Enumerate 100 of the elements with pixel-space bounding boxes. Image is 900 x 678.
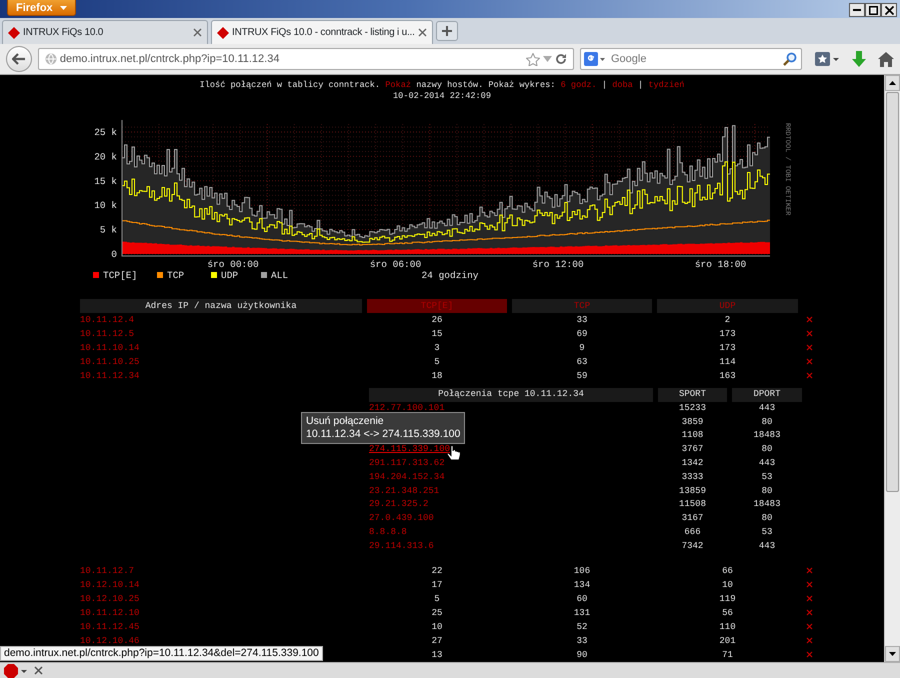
close-icon[interactable]: [34, 666, 43, 675]
scrollbar[interactable]: [884, 75, 900, 662]
range-link[interactable]: doba: [612, 80, 633, 90]
host-link[interactable]: 10.11.12.5: [80, 329, 134, 339]
count-value: 15: [432, 329, 442, 339]
host-link[interactable]: 10.11.12.10: [80, 608, 140, 618]
close-button[interactable]: [881, 3, 897, 17]
port-value: 1342: [682, 458, 704, 468]
browser-tab[interactable]: INTRUX FiQs 10.0 - conntrack - listing i u...: [211, 20, 433, 44]
connection-link[interactable]: 27.0.439.100: [369, 513, 434, 524]
count-value: 60: [576, 594, 588, 604]
host-link[interactable]: 10.11.12.4: [80, 315, 134, 325]
legend-label: TCP[E]: [103, 270, 138, 281]
delete-icon[interactable]: [806, 594, 812, 602]
connection-link[interactable]: 29.21.325.2: [369, 499, 428, 510]
host-link[interactable]: 10.11.10.25: [80, 357, 140, 367]
port-value: 7342: [682, 540, 704, 551]
delete-icon[interactable]: [806, 316, 812, 324]
port-value: 80: [762, 513, 772, 524]
range-link[interactable]: 6 godz.: [560, 80, 597, 90]
legend-label: UDP: [221, 270, 238, 281]
count-value: 22: [432, 566, 442, 576]
timestamp: 10-02-2014 22:42:09: [392, 91, 492, 102]
connection-link[interactable]: 291.117.313.62: [369, 458, 445, 468]
adblock-icon[interactable]: [4, 664, 28, 678]
delete-icon[interactable]: [806, 608, 812, 616]
home-icon[interactable]: [878, 52, 894, 66]
connection-link[interactable]: 212.77.100.101: [369, 402, 445, 413]
count-value: 114: [719, 357, 736, 367]
count-value: 26: [432, 315, 442, 325]
delete-icon[interactable]: [806, 636, 812, 644]
maximize-button[interactable]: [865, 3, 881, 17]
close-icon[interactable]: [193, 28, 202, 37]
count-value: 90: [576, 650, 588, 660]
count-value: 18: [432, 371, 442, 381]
column-header[interactable]: UDP: [657, 299, 798, 313]
minimize-button[interactable]: [849, 3, 865, 17]
back-button[interactable]: [6, 46, 32, 72]
host-link[interactable]: 10.12.10.14: [80, 580, 140, 590]
reload-icon[interactable]: [555, 53, 567, 65]
address-field[interactable]: demo.intrux.net.pl/cntrck.php?ip=10.11.12.34: [38, 48, 574, 70]
star-icon[interactable]: [526, 52, 540, 66]
host-link[interactable]: 10.11.12.7: [80, 566, 134, 576]
legend-label: TCP: [167, 270, 184, 281]
axis-label: 15 k: [94, 176, 117, 187]
graph-caption: 24 godziny: [422, 270, 478, 281]
count-value: 71: [722, 650, 733, 660]
port-value: 3859: [682, 416, 704, 427]
bookmarks-icon[interactable]: [814, 51, 840, 67]
port-value: 80: [762, 486, 772, 496]
new-tab-button[interactable]: [436, 21, 458, 41]
axis-label: śro 06:00: [370, 259, 422, 270]
delete-icon[interactable]: [806, 358, 812, 366]
column-header: DPORT: [732, 388, 802, 402]
connection-link[interactable]: 29.114.313.6: [369, 540, 434, 551]
host-link[interactable]: 10.11.12.34: [80, 371, 140, 381]
delete-icon[interactable]: [806, 650, 812, 658]
connection-link[interactable]: 194.204.152.34: [369, 472, 445, 482]
column-header[interactable]: TCP[E]: [367, 299, 507, 313]
host-link[interactable]: 10.12.10.25: [80, 594, 140, 604]
delete-icon[interactable]: [806, 344, 812, 352]
range-link[interactable]: tydzień: [648, 80, 684, 90]
count-value: 5: [434, 594, 440, 604]
count-value: 25: [432, 608, 442, 618]
delete-icon[interactable]: [806, 330, 812, 338]
host-link[interactable]: 10.12.10.46: [80, 636, 140, 646]
column-header[interactable]: Adres IP / nazwa użytkownika: [80, 299, 362, 313]
scroll-down-icon[interactable]: [889, 652, 896, 656]
header-text: Ilość połączeń w tablicy conntrack. Pokaż nazwy hostów. Pokaż wykres: 6 godz. | doba | tydzień: [198, 80, 686, 91]
axis-label: śro 12:00: [532, 259, 584, 270]
column-header[interactable]: TCP: [512, 299, 652, 313]
search-engine-icon[interactable]: [584, 52, 606, 66]
connection-link[interactable]: 274.115.339.100: [369, 444, 450, 454]
count-value: 131: [574, 608, 590, 618]
connection-link[interactable]: 8.8.8.8: [369, 526, 407, 537]
count-value: 110: [719, 622, 736, 632]
legend-label: ALL: [271, 270, 288, 281]
dropdown-icon[interactable]: [543, 56, 552, 62]
connection-link[interactable]: 23.21.348.251: [369, 486, 440, 496]
download-arrow-icon[interactable]: [852, 51, 866, 67]
axis-label: śro 18:00: [694, 259, 746, 270]
delete-icon[interactable]: [806, 622, 812, 630]
delete-icon[interactable]: [806, 372, 812, 380]
count-value: 59: [576, 371, 588, 381]
axis-label: śro 00:00: [207, 259, 259, 270]
firefox-menu-button[interactable]: Firefox: [7, 0, 76, 16]
diamond-icon: [217, 26, 229, 38]
scroll-up-icon[interactable]: [889, 81, 896, 85]
status-url: demo.intrux.net.pl/cntrck.php?ip=10.11.12.34&del=274.115.339.100: [0, 646, 323, 661]
search-icon[interactable]: [783, 52, 797, 66]
host-link[interactable]: 10.11.10.14: [80, 343, 140, 353]
plus-icon: [442, 26, 452, 36]
close-icon[interactable]: [418, 28, 427, 37]
port-value: 666: [684, 526, 701, 537]
browser-tab[interactable]: INTRUX FiQs 10.0: [2, 20, 208, 44]
host-link[interactable]: 10.11.12.45: [80, 622, 140, 632]
delete-icon[interactable]: [806, 566, 812, 574]
delete-icon[interactable]: [806, 580, 812, 588]
show-hosts-link[interactable]: Pokaż: [385, 80, 412, 90]
search-field[interactable]: Google: [580, 48, 802, 70]
